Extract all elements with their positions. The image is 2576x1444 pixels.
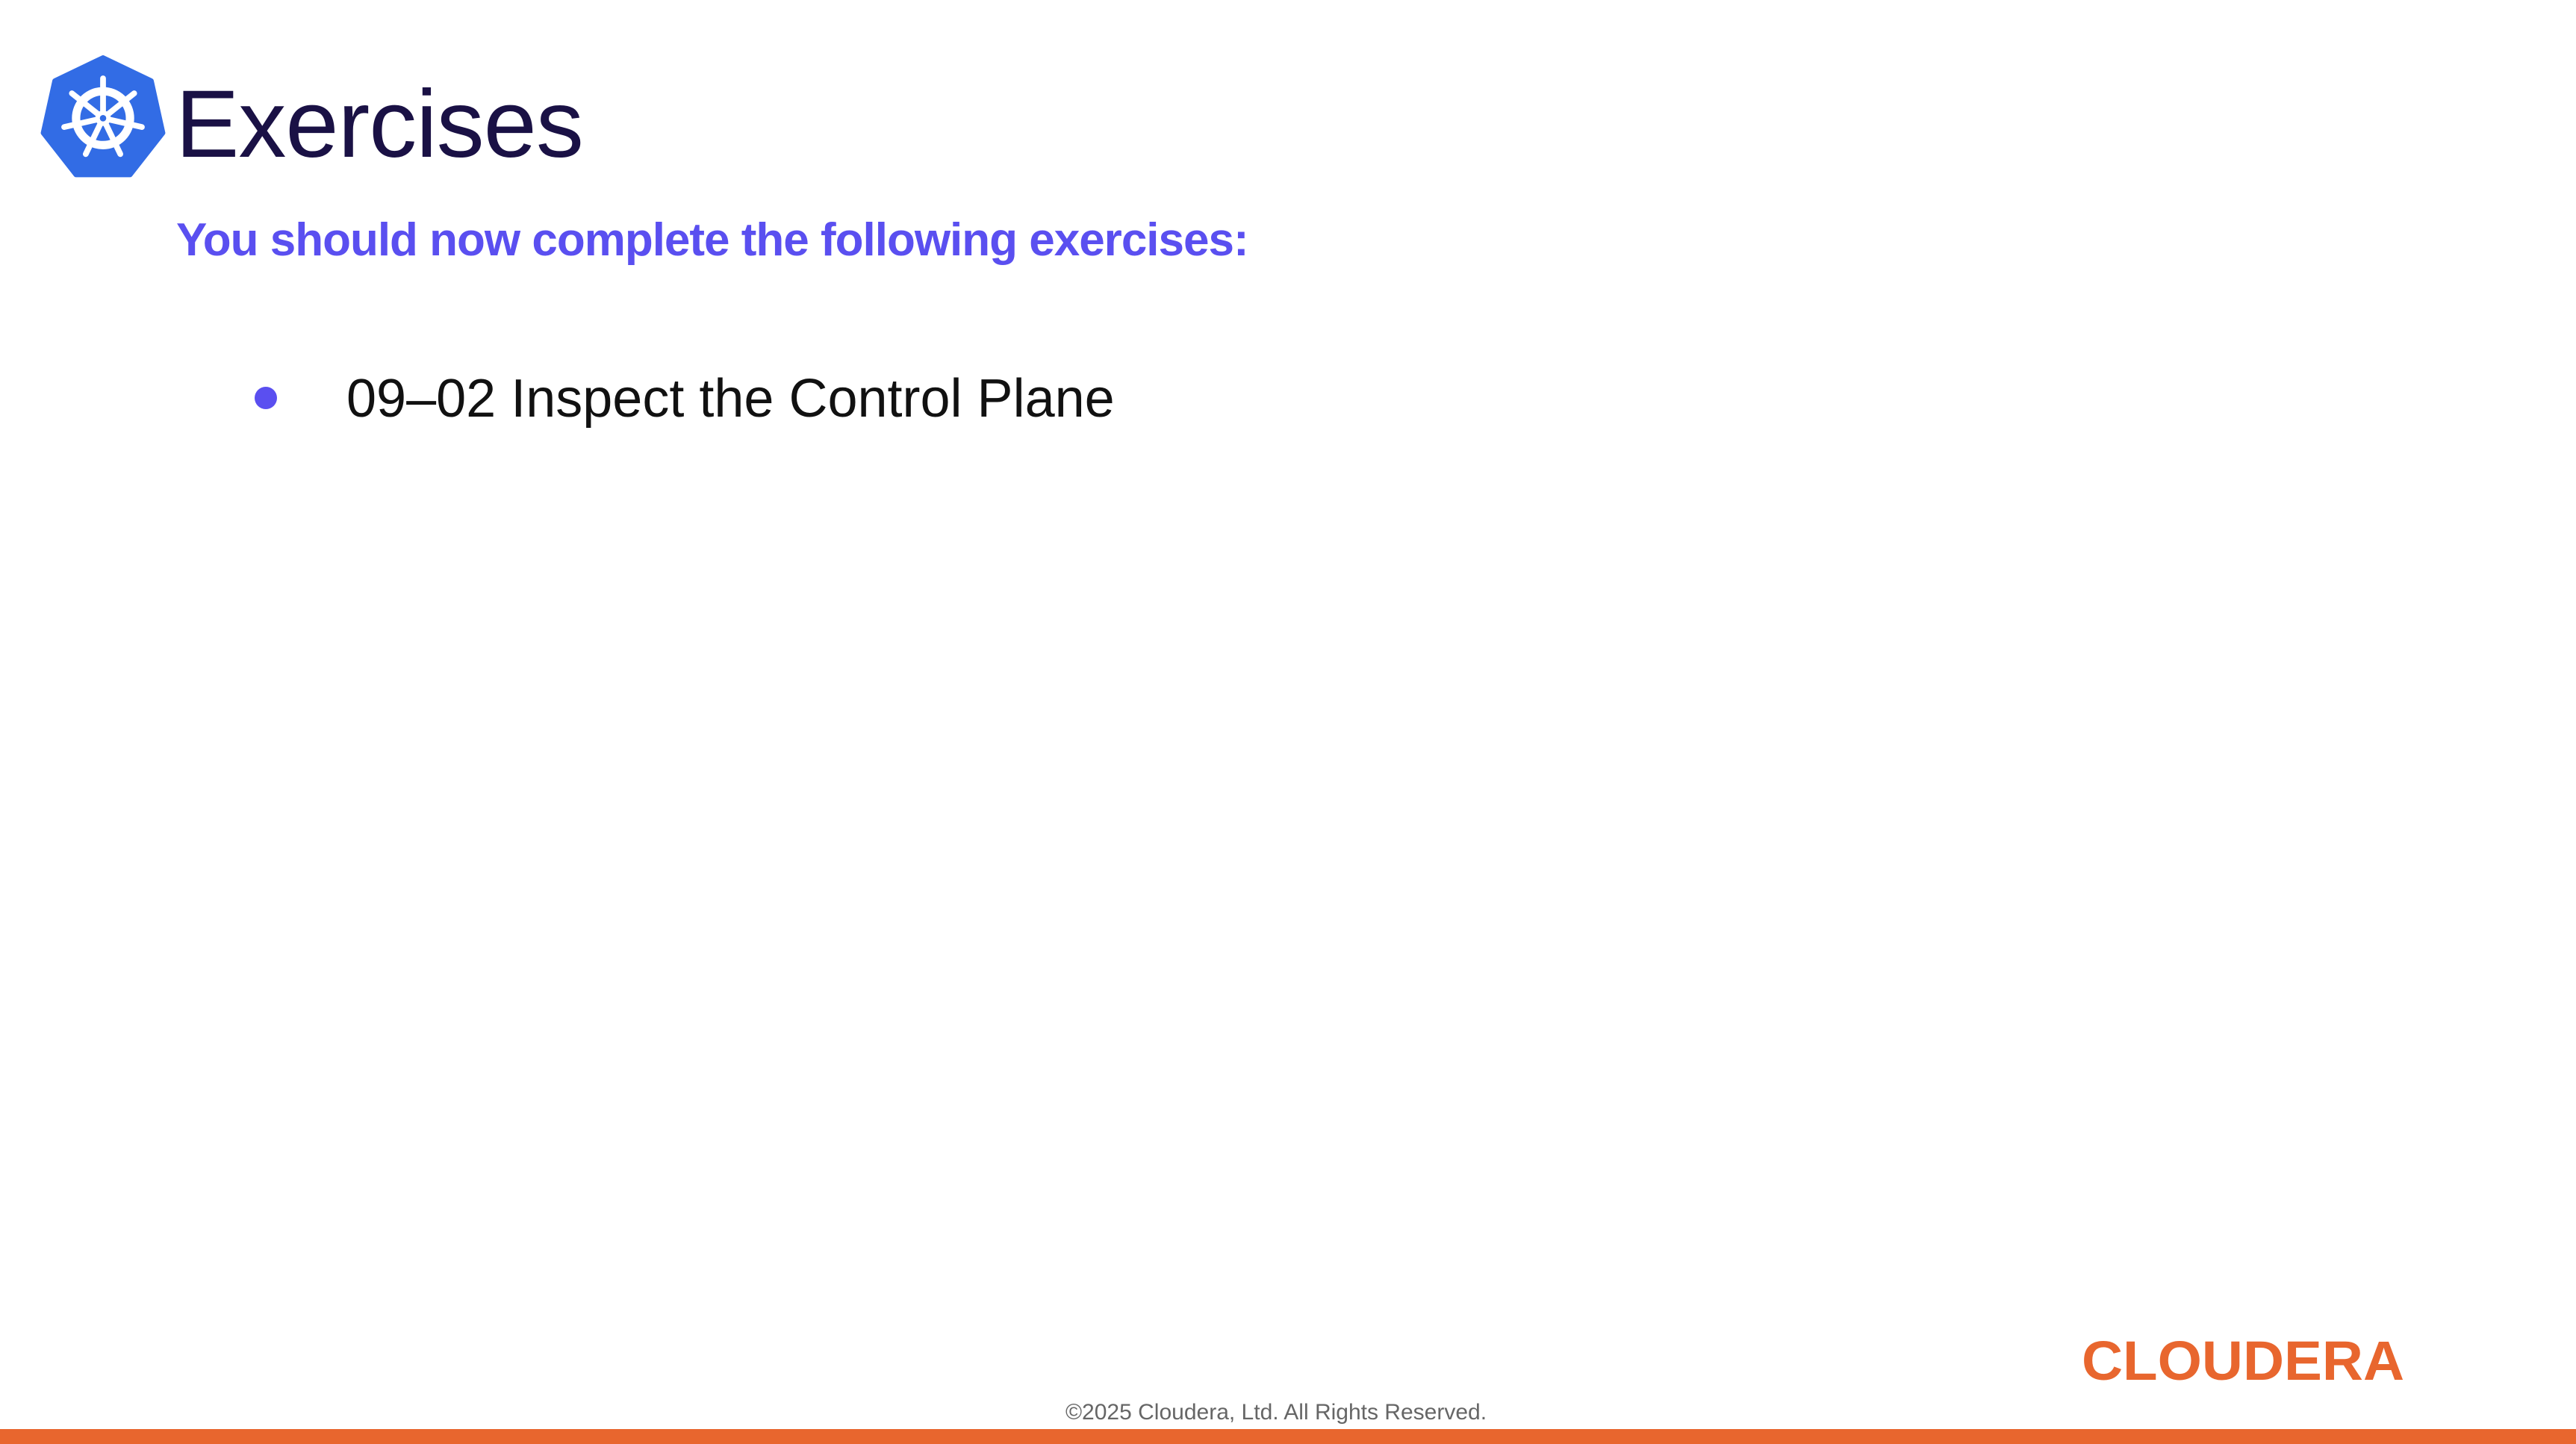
exercise-label: 09–02 Inspect the Control Plane [346, 369, 1115, 429]
svg-text:CLOUDERA: CLOUDERA [2082, 1333, 2404, 1387]
bullet-dot-icon [255, 387, 277, 409]
copyright-text: ©2025 Cloudera, Ltd. All Rights Reserved… [1065, 1400, 1487, 1425]
slide-subtitle: You should now complete the following ex… [176, 214, 1249, 266]
cloudera-logo: CLOUDERA [2082, 1333, 2404, 1387]
slide-title: Exercises [175, 71, 584, 178]
kubernetes-helm-icon [40, 55, 166, 178]
slide: Exercises You should now complete the fo… [0, 0, 2576, 1444]
footer-accent-bar [0, 1429, 2576, 1444]
